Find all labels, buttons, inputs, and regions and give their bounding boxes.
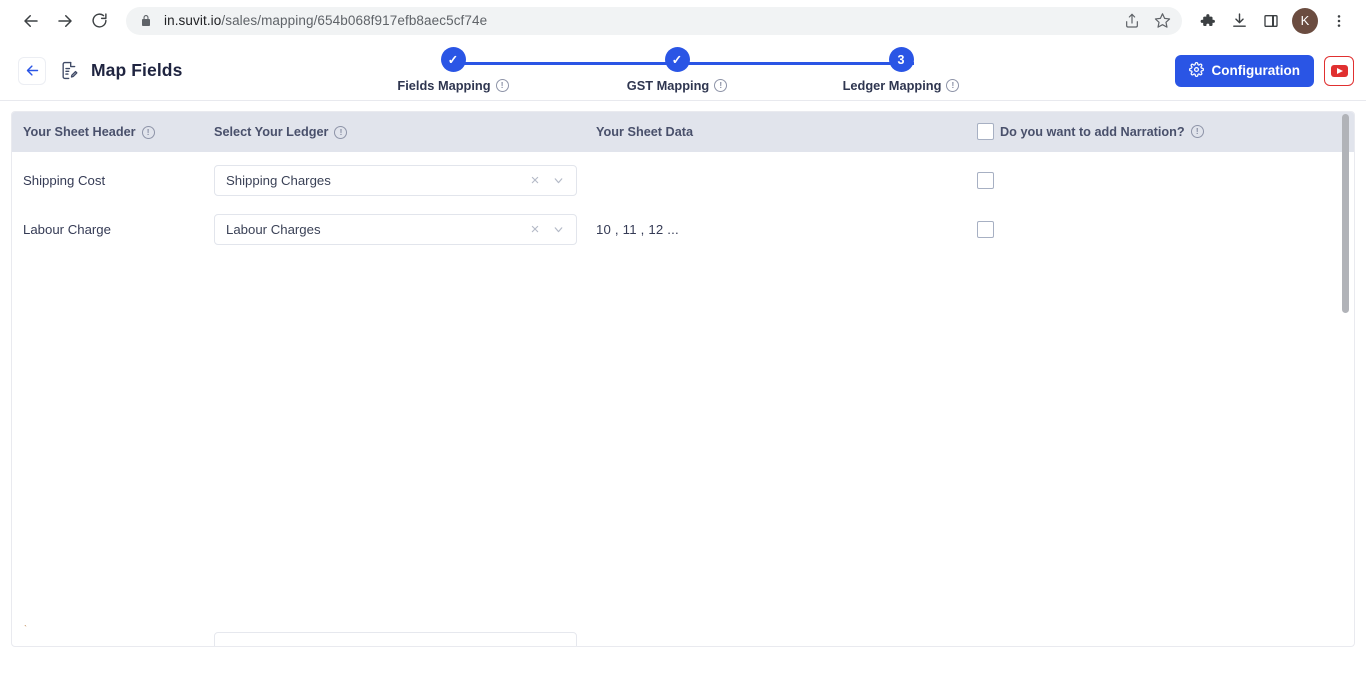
step-label-wrap: Fields Mapping xyxy=(387,78,519,93)
column-header-sheet-header: Your Sheet Header xyxy=(23,125,155,139)
three-dots-menu-icon[interactable] xyxy=(1324,6,1354,36)
step-label: Ledger Mapping xyxy=(842,78,942,93)
puzzle-icon[interactable] xyxy=(1192,6,1222,36)
row-sheet-header: Shipping Cost xyxy=(23,173,106,188)
browser-toolbar: in.suvit.io/sales/mapping/654b068f917efb… xyxy=(0,0,1366,41)
row-narration-checkbox[interactable] xyxy=(977,172,994,189)
ledger-select[interactable]: Shipping Charges × xyxy=(214,165,577,196)
avatar[interactable]: K xyxy=(1292,7,1318,34)
step-label: GST Mapping xyxy=(626,78,710,93)
main-content: Your Sheet Header Select Your Ledger You… xyxy=(0,101,1366,691)
address-bar-url: in.suvit.io/sales/mapping/654b068f917efb… xyxy=(164,13,487,28)
step-marker: ✓ xyxy=(664,47,690,72)
step-fields-mapping[interactable]: ✓ Fields Mapping xyxy=(387,47,519,93)
configuration-button[interactable]: Configuration xyxy=(1174,54,1314,87)
url-host: in.suvit.io xyxy=(164,13,222,28)
partial-row-marker: ` xyxy=(24,624,27,634)
edit-document-icon xyxy=(60,61,79,80)
table-row: Labour Charge Labour Charges × 10 , 11 ,… xyxy=(12,205,1354,254)
youtube-glyph xyxy=(1330,64,1348,77)
info-icon[interactable] xyxy=(714,79,728,92)
browser-reload-button[interactable] xyxy=(84,6,114,36)
step-marker: 3 xyxy=(888,47,914,72)
browser-back-button[interactable] xyxy=(16,6,46,36)
column-header-narration: Do you want to add Narration? xyxy=(977,123,1204,140)
card-scrollbar[interactable] xyxy=(1342,112,1352,646)
browser-forward-button[interactable] xyxy=(50,6,80,36)
info-icon[interactable] xyxy=(141,125,155,139)
row-sheet-data: 10 , 11 , 12 ... xyxy=(596,222,679,237)
clear-icon[interactable]: × xyxy=(524,173,546,188)
info-icon[interactable] xyxy=(495,79,509,92)
step-gst-mapping[interactable]: ✓ GST Mapping xyxy=(611,47,743,93)
address-bar[interactable]: in.suvit.io/sales/mapping/654b068f917efb… xyxy=(126,6,1182,35)
column-header-sheet-data: Your Sheet Data xyxy=(596,125,693,139)
browser-extension-icons: K xyxy=(1192,6,1358,36)
chevron-down-icon[interactable] xyxy=(546,174,570,187)
youtube-icon[interactable] xyxy=(1324,55,1354,86)
back-button[interactable] xyxy=(18,56,46,85)
lock-icon xyxy=(140,14,152,27)
step-ledger-mapping[interactable]: 3 Ledger Mapping xyxy=(835,47,967,93)
info-icon[interactable] xyxy=(946,79,960,92)
side-panel-icon[interactable] xyxy=(1256,6,1286,36)
column-label: Your Sheet Header xyxy=(23,125,136,139)
column-header-select-ledger: Select Your Ledger xyxy=(214,125,348,139)
mapping-table-card: Your Sheet Header Select Your Ledger You… xyxy=(11,111,1355,647)
share-icon[interactable] xyxy=(1120,9,1144,33)
app-header: Map Fields ✓ Fields Mapping ✓ GST Mappin… xyxy=(0,41,1366,101)
chevron-down-icon[interactable] xyxy=(546,223,570,236)
narration-select-all-checkbox[interactable] xyxy=(977,123,994,140)
column-label: Your Sheet Data xyxy=(596,125,694,139)
download-icon[interactable] xyxy=(1224,6,1254,36)
step-label-wrap: GST Mapping xyxy=(611,78,743,93)
star-icon[interactable] xyxy=(1150,9,1174,33)
row-sheet-header: Labour Charge xyxy=(23,222,111,237)
step-label: Fields Mapping xyxy=(397,78,491,93)
row-narration-checkbox[interactable] xyxy=(977,221,994,238)
info-icon[interactable] xyxy=(334,125,348,139)
ledger-select[interactable]: Labour Charges × xyxy=(214,214,577,245)
column-label: Select Your Ledger xyxy=(214,125,329,139)
ledger-select-value: Labour Charges xyxy=(226,222,321,237)
card-scrollbar-thumb[interactable] xyxy=(1342,114,1349,313)
table-header-row: Your Sheet Header Select Your Ledger You… xyxy=(12,112,1354,152)
column-label: Do you want to add Narration? xyxy=(1000,124,1185,139)
page-title: Map Fields xyxy=(91,60,183,80)
header-actions: Configuration xyxy=(1174,54,1354,87)
info-icon[interactable] xyxy=(1190,125,1204,138)
configuration-label: Configuration xyxy=(1211,63,1300,78)
step-marker: ✓ xyxy=(440,47,466,72)
ledger-select-value: Shipping Charges xyxy=(226,173,331,188)
gear-icon xyxy=(1188,61,1204,80)
step-label-wrap: Ledger Mapping xyxy=(835,78,967,93)
partial-ledger-select[interactable] xyxy=(214,632,577,646)
progress-stepper: ✓ Fields Mapping ✓ GST Mapping 3 Ledger … xyxy=(380,47,980,99)
clear-icon[interactable]: × xyxy=(524,222,546,237)
url-path: /sales/mapping/654b068f917efb8aec5cf74e xyxy=(221,13,488,28)
table-row: Shipping Cost Shipping Charges × xyxy=(12,156,1354,205)
